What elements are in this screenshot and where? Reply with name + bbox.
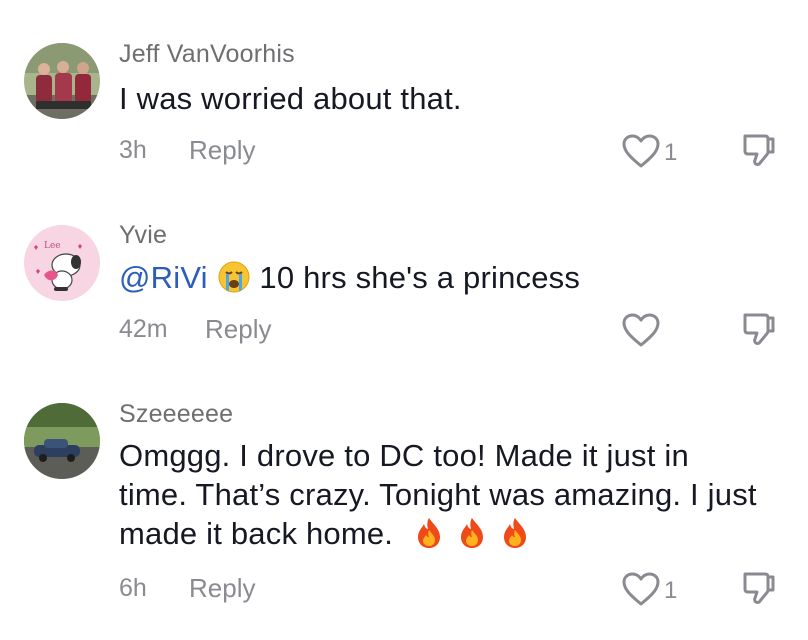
- comment-text: Omggg. I drove to DC too! Made it just i…: [119, 436, 789, 559]
- dislike-button[interactable]: [742, 131, 776, 169]
- reply-button[interactable]: Reply: [189, 135, 255, 166]
- fire-emoji-icon: [455, 516, 489, 559]
- avatar[interactable]: Lee: [24, 225, 100, 301]
- username[interactable]: Jeff VanVoorhis: [119, 40, 295, 69]
- heart-icon: [622, 134, 660, 168]
- heart-icon: [622, 572, 660, 606]
- avatar[interactable]: [24, 43, 100, 119]
- comment-body: 10 hrs she's a princess: [259, 260, 581, 295]
- comment-line: Omggg. I drove to DC too! Made it just i…: [119, 438, 689, 473]
- comment-item: Lee Yvie @RiVi 10 hrs she's a princess 4: [0, 195, 808, 370]
- avatar[interactable]: [24, 403, 100, 479]
- thumbs-down-icon: [743, 134, 775, 166]
- comment-item: Szeeeeee Omggg. I drove to DC too! Made …: [0, 370, 808, 640]
- comment-line-with-emoji: made it back home.: [119, 514, 789, 559]
- like-count: 1: [664, 577, 678, 604]
- crying-emoji-icon: [217, 260, 251, 303]
- comment-text: @RiVi 10 hrs she's a princess: [119, 258, 789, 303]
- comment-line: made it back home.: [119, 516, 394, 551]
- thumbs-down-icon: [743, 313, 775, 345]
- username[interactable]: Yvie: [119, 221, 167, 250]
- like-button[interactable]: [621, 571, 661, 607]
- timestamp: 42m: [119, 315, 168, 343]
- comment-line: time. That’s crazy. Tonight was amazing.…: [119, 477, 757, 512]
- avatar-text: Lee: [44, 241, 61, 251]
- comment-item: Jeff VanVoorhis I was worried about that…: [0, 0, 808, 195]
- like-count: 1: [664, 139, 678, 166]
- mention-link[interactable]: @RiVi: [119, 260, 208, 295]
- timestamp: 3h: [119, 136, 147, 164]
- reply-button[interactable]: Reply: [189, 573, 255, 604]
- username[interactable]: Szeeeeee: [119, 400, 233, 429]
- comment-text: I was worried about that.: [119, 81, 462, 116]
- timestamp: 6h: [119, 574, 147, 602]
- reply-button[interactable]: Reply: [205, 314, 271, 345]
- like-button[interactable]: [621, 133, 661, 169]
- thumbs-down-icon: [743, 572, 775, 604]
- dislike-button[interactable]: [742, 569, 776, 607]
- fire-emoji-icon: [412, 516, 446, 559]
- dislike-button[interactable]: [742, 310, 776, 348]
- heart-icon: [622, 313, 660, 347]
- fire-emoji-icon: [498, 516, 532, 559]
- like-button[interactable]: [621, 312, 661, 348]
